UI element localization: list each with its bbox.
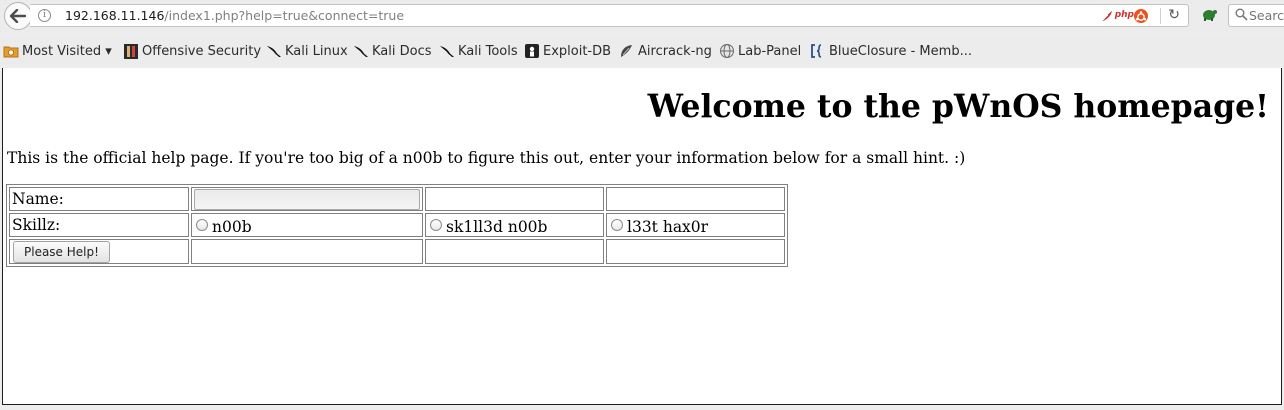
ubuntu-extension-icon[interactable]: [1134, 9, 1148, 23]
empty-cell: [425, 187, 604, 211]
most-visited-icon: [3, 43, 19, 59]
help-form-table: Name: Skillz: n00b sk1ll3d n00b l33t hax…: [6, 184, 788, 267]
skill-option-leet-haxor[interactable]: l33t hax0r: [606, 213, 785, 237]
skill-option-label: sk1ll3d n00b: [446, 217, 548, 236]
skill-option-label: l33t hax0r: [627, 217, 709, 236]
search-box[interactable]: [1228, 4, 1284, 27]
url-text[interactable]: 192.168.11.146/index1.php?help=true&conn…: [65, 8, 404, 23]
url-host: 192.168.11.146: [65, 8, 165, 23]
empty-cell: [606, 239, 785, 264]
bookmark-most-visited[interactable]: Most Visited ▾: [3, 43, 112, 59]
site-info-icon[interactable]: i: [38, 9, 51, 22]
radio-leet-haxor[interactable]: [611, 218, 623, 231]
skill-label-cell: Skillz:: [9, 213, 189, 237]
bookmark-exploit-db[interactable]: Exploit-DB: [524, 43, 611, 59]
bookmark-aircrack-ng[interactable]: Aircrack-ng: [619, 43, 712, 59]
intro-text: This is the official help page. If you'r…: [7, 149, 966, 167]
page-viewport: Welcome to the pWnOS homepage! This is t…: [2, 68, 1282, 405]
feather-extension-icon[interactable]: [1100, 9, 1114, 23]
aircrack-icon: [619, 43, 635, 59]
bookmark-kali-tools[interactable]: Kali Tools: [439, 43, 518, 59]
url-separator: [1160, 8, 1161, 24]
url-field[interactable]: i 192.168.11.146/index1.php?help=true&co…: [30, 4, 1189, 27]
turtle-addon-icon[interactable]: [1200, 6, 1218, 22]
page-heading: Welcome to the pWnOS homepage!: [647, 88, 1269, 125]
radio-skilled-n00b[interactable]: [430, 218, 442, 231]
navigation-bar: i 192.168.11.146/index1.php?help=true&co…: [0, 0, 1284, 32]
bookmark-label: Kali Linux: [285, 43, 348, 59]
bookmark-kali-docs[interactable]: Kali Docs: [353, 43, 432, 59]
skill-label: Skillz:: [12, 216, 61, 234]
table-row: Name:: [9, 187, 785, 211]
table-row: Skillz: n00b sk1ll3d n00b l33t hax0r: [9, 213, 785, 237]
kali-dragon-icon: [439, 43, 455, 59]
empty-cell: [191, 239, 423, 264]
url-path: /index1.php?help=true&connect=true: [164, 8, 405, 23]
bookmark-lab-panel[interactable]: Lab-Panel: [719, 43, 801, 59]
bookmark-label: Lab-Panel: [738, 43, 802, 59]
bookmark-blueclosure[interactable]: BlueClosure - Memb...: [810, 43, 972, 59]
exploit-db-icon: [524, 43, 540, 59]
offsec-icon: [123, 43, 139, 59]
skill-option-skilled-n00b[interactable]: sk1ll3d n00b: [425, 213, 604, 237]
empty-cell: [606, 187, 785, 211]
please-help-button[interactable]: Please Help!: [13, 241, 110, 263]
bookmark-label: BlueClosure - Memb...: [829, 43, 972, 59]
bookmark-offensive-security[interactable]: Offensive Security: [123, 43, 261, 59]
back-button[interactable]: [4, 2, 32, 30]
search-icon: [1235, 8, 1248, 21]
back-arrow-icon: [10, 9, 26, 23]
name-label-cell: Name:: [9, 187, 189, 211]
kali-dragon-icon: [353, 43, 369, 59]
bookmark-label: Kali Docs: [372, 43, 432, 59]
name-input-cell: [191, 187, 423, 211]
blueclosure-icon: [810, 43, 826, 59]
name-label: Name:: [12, 190, 64, 208]
kali-dragon-icon: [266, 43, 282, 59]
bookmark-label: Exploit-DB: [543, 43, 612, 59]
globe-icon: [719, 43, 735, 59]
reload-icon[interactable]: ↻: [1168, 7, 1180, 23]
table-row: Please Help!: [9, 239, 785, 264]
skill-option-label: n00b: [212, 217, 252, 236]
bookmark-label: Offensive Security: [142, 43, 262, 59]
php-extension-icon[interactable]: php: [1115, 10, 1134, 20]
search-input[interactable]: [1249, 6, 1284, 24]
radio-n00b[interactable]: [196, 218, 208, 231]
name-input[interactable]: [194, 188, 420, 210]
submit-cell: Please Help!: [9, 239, 189, 264]
bookmark-label: Aircrack-ng: [638, 43, 712, 59]
empty-cell: [425, 239, 604, 264]
bookmark-label: Most Visited ▾: [22, 43, 112, 59]
bookmark-label: Kali Tools: [458, 43, 518, 59]
bookmarks-toolbar: Most Visited ▾ Offensive Security Kali L…: [0, 36, 1284, 66]
bookmark-kali-linux[interactable]: Kali Linux: [266, 43, 348, 59]
skill-option-n00b[interactable]: n00b: [191, 213, 423, 237]
